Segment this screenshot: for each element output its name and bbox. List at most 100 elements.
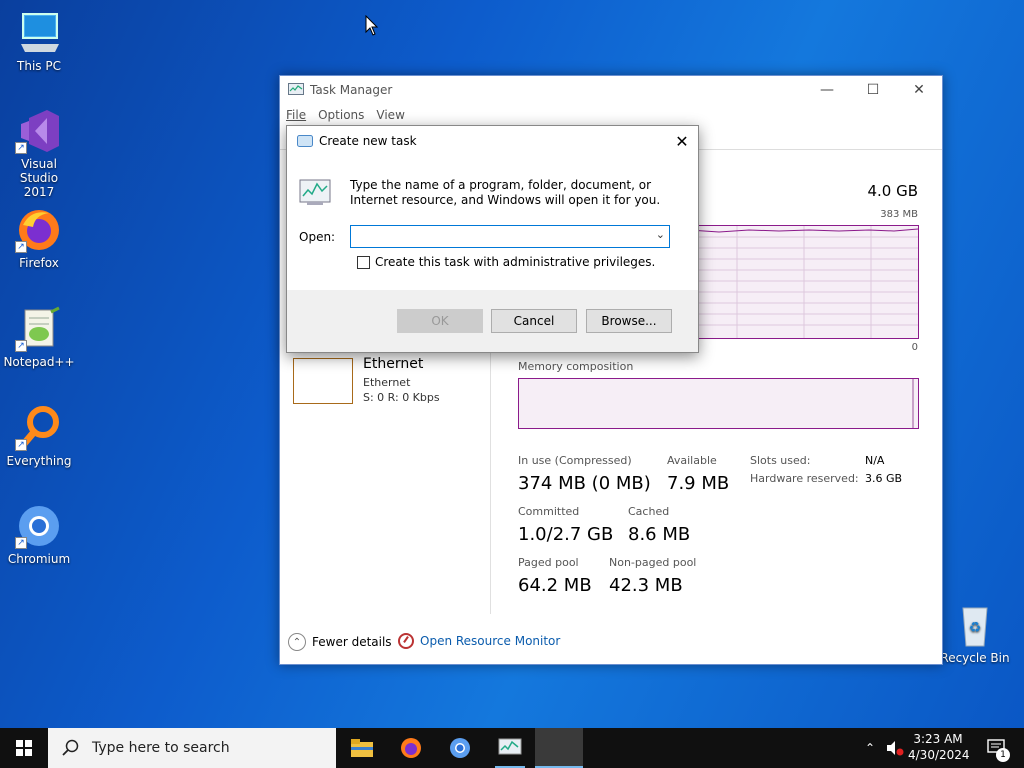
taskbar-file-explorer[interactable]	[342, 728, 382, 768]
dropdown-chevron-icon[interactable]: ⌄	[656, 228, 665, 241]
search-placeholder: Type here to search	[92, 740, 230, 756]
desktop-icon-label: Everything	[6, 454, 72, 468]
desktop-icon-chromium[interactable]: ↗ Chromium	[1, 503, 77, 566]
dialog-titlebar[interactable]: Create new task ✕	[287, 126, 698, 156]
taskbar: Type here to search ⌃ 3:23 AM 4/30/2024 …	[0, 728, 1024, 768]
start-button[interactable]	[0, 728, 48, 768]
admin-privileges-label: Create this task with administrative pri…	[375, 255, 656, 269]
browse-button[interactable]: Browse...	[586, 309, 672, 333]
task-manager-titlebar[interactable]: Task Manager — ☐ ✕	[280, 76, 942, 104]
desktop-icon-notepadpp[interactable]: ↗ Notepad++	[1, 306, 77, 369]
clock[interactable]: 3:23 AM 4/30/2024	[908, 731, 970, 763]
ethernet-title: Ethernet	[363, 356, 424, 372]
shortcut-arrow-icon: ↗	[15, 537, 27, 549]
notification-center-button[interactable]: 1	[978, 728, 1016, 768]
slots-used-label: Slots used:	[750, 454, 811, 467]
desktop-icon-firefox[interactable]: ↗ Firefox	[1, 207, 77, 270]
memory-graph-zero: 0	[911, 342, 918, 353]
show-hidden-icons-button[interactable]: ⌃	[860, 728, 880, 768]
ethernet-rate: S: 0 R: 0 Kbps	[363, 391, 440, 404]
chromium-icon: ↗	[15, 503, 63, 549]
notification-badge: 1	[996, 748, 1010, 762]
ethernet-thumbnail	[293, 358, 353, 404]
dialog-title: Create new task	[319, 134, 417, 148]
dialog-close-button[interactable]: ✕	[666, 132, 698, 151]
cached-label: Cached	[628, 505, 670, 518]
windows-logo-icon	[16, 740, 32, 756]
memory-graph-max: 383 MB	[880, 209, 918, 220]
admin-privileges-checkbox-row[interactable]: Create this task with administrative pri…	[357, 255, 655, 269]
open-combobox[interactable]: ⌄	[350, 225, 670, 248]
committed-label: Committed	[518, 505, 580, 518]
clock-time: 3:23 AM	[913, 732, 963, 746]
desktop-icon-visual-studio[interactable]: ↗ Visual Studio 2017	[1, 108, 77, 199]
dialog-body: Type the name of a program, folder, docu…	[287, 156, 698, 292]
sidebar-item-ethernet[interactable]: Ethernet Ethernet S: 0 R: 0 Kbps	[288, 356, 488, 408]
menu-file[interactable]: File	[286, 108, 306, 122]
desktop-icon-recycle-bin[interactable]: ♻ Recycle Bin	[937, 602, 1013, 665]
menu-options[interactable]: Options	[318, 108, 364, 122]
maximize-button[interactable]: ☐	[850, 76, 896, 104]
desktop-icon-this-pc[interactable]: This PC	[1, 10, 77, 73]
close-button[interactable]: ✕	[896, 76, 942, 104]
non-paged-pool-value: 42.3 MB	[609, 575, 683, 596]
desktop-icon-label: Notepad++	[3, 355, 75, 369]
task-manager-icon	[498, 738, 522, 755]
menu-view[interactable]: View	[376, 108, 404, 122]
slots-used-value: N/A	[865, 454, 885, 467]
memory-composition-bar	[518, 378, 919, 429]
notepadpp-icon: ↗	[15, 306, 63, 352]
in-use-value: 374 MB (0 MB)	[518, 473, 651, 494]
non-paged-pool-label: Non-paged pool	[609, 556, 697, 569]
fewer-details-label: Fewer details	[312, 635, 392, 649]
open-resource-monitor-label: Open Resource Monitor	[420, 634, 561, 648]
visual-studio-icon: ↗	[15, 108, 63, 154]
committed-value: 1.0/2.7 GB	[518, 524, 614, 545]
recycle-bin-icon: ♻	[951, 602, 999, 648]
taskbar-firefox[interactable]	[391, 728, 431, 768]
firefox-icon	[401, 738, 421, 758]
volume-icon[interactable]	[884, 728, 906, 768]
computer-icon	[15, 10, 63, 56]
open-resource-monitor-link[interactable]: Open Resource Monitor	[398, 633, 560, 649]
cached-value: 8.6 MB	[628, 524, 691, 545]
desktop-icon-label: This PC	[17, 59, 61, 73]
in-use-label: In use (Compressed)	[518, 454, 632, 467]
desktop-icon-label: Visual Studio 2017	[19, 157, 59, 199]
admin-privileges-checkbox[interactable]	[357, 255, 370, 269]
taskbar-chromium[interactable]	[440, 728, 480, 768]
available-label: Available	[667, 454, 717, 467]
shortcut-arrow-icon: ↗	[15, 241, 27, 253]
dialog-description: Type the name of a program, folder, docu…	[350, 178, 661, 207]
ok-button[interactable]: OK	[397, 309, 483, 333]
shortcut-arrow-icon: ↗	[15, 142, 27, 154]
memory-total: 4.0 GB	[867, 182, 918, 200]
task-manager-app-icon	[288, 83, 304, 97]
dialog-footer: OK Cancel Browse...	[287, 290, 698, 352]
firefox-icon: ↗	[15, 207, 63, 253]
paged-pool-label: Paged pool	[518, 556, 579, 569]
hardware-reserved-label: Hardware reserved:	[750, 472, 859, 485]
taskbar-task-manager[interactable]	[489, 728, 531, 768]
clock-date: 4/30/2024	[908, 748, 970, 762]
available-value: 7.9 MB	[667, 473, 730, 494]
task-manager-title: Task Manager	[310, 83, 393, 97]
shortcut-arrow-icon: ↗	[15, 340, 27, 352]
paged-pool-value: 64.2 MB	[518, 575, 592, 596]
taskbar-run-dialog[interactable]	[535, 728, 583, 768]
memory-in-use-segment	[912, 379, 914, 428]
fewer-details-button[interactable]: ⌃ Fewer details	[288, 633, 392, 651]
hardware-reserved-value: 3.6 GB	[865, 472, 903, 485]
desktop-icon-label: Chromium	[7, 552, 71, 566]
taskbar-search-box[interactable]: Type here to search	[48, 728, 336, 768]
desktop-icon-label: Recycle Bin	[940, 651, 1010, 665]
cancel-button[interactable]: Cancel	[491, 309, 577, 333]
shortcut-arrow-icon: ↗	[15, 439, 27, 451]
desktop-icon-everything[interactable]: ↗ Everything	[1, 405, 77, 468]
ethernet-subtitle: Ethernet	[363, 376, 411, 389]
magnifier-icon: ↗	[15, 405, 63, 451]
chevron-up-icon: ⌃	[288, 633, 306, 651]
search-icon	[62, 739, 79, 756]
minimize-button[interactable]: —	[804, 76, 850, 104]
folder-icon	[351, 739, 373, 757]
